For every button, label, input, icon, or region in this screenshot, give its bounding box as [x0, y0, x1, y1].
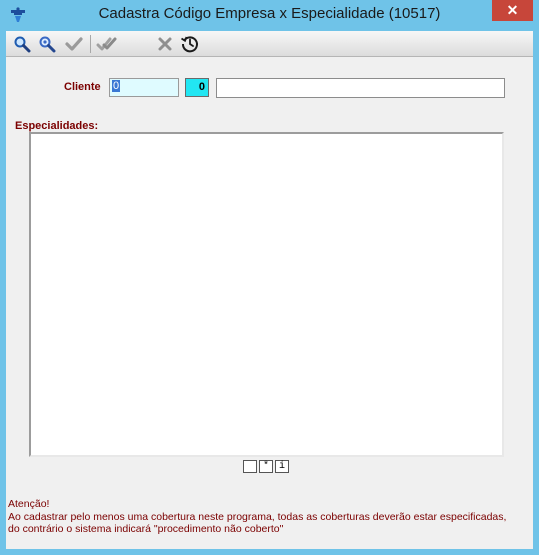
warning-heading: Atenção!	[8, 498, 50, 510]
client-area: Cliente 0 0 Especialidades: * i Atenção!…	[6, 31, 533, 549]
search-button[interactable]	[11, 34, 33, 54]
list-new-record-button[interactable]: *	[259, 460, 273, 473]
warning-line-2: do contrário o sistema indicará "procedi…	[8, 523, 284, 535]
cliente-code-value: 0	[112, 80, 121, 92]
search-next-button[interactable]	[36, 34, 58, 54]
toolbar	[6, 31, 533, 57]
search-next-icon	[39, 36, 56, 53]
warning-line-1: Ao cadastrar pelo menos uma cobertura ne…	[8, 510, 507, 523]
history-clock-icon	[181, 36, 198, 53]
title-bar[interactable]: Cadastra Código Empresa x Especialidade …	[0, 0, 539, 31]
close-button[interactable]: ✕	[492, 0, 533, 21]
cliente-id-field[interactable]: 0	[185, 78, 209, 97]
cliente-name-field[interactable]	[216, 78, 505, 98]
toolbar-separator	[90, 35, 91, 53]
app-window: Cadastra Código Empresa x Especialidade …	[0, 0, 539, 555]
warning-message: Atenção! Ao cadastrar pelo menos uma cob…	[8, 498, 531, 536]
confirm-all-button[interactable]	[96, 34, 118, 54]
history-button[interactable]	[179, 34, 201, 54]
double-check-icon	[96, 37, 117, 51]
especialidades-list[interactable]	[29, 132, 504, 457]
especialidades-label: Especialidades:	[15, 120, 99, 132]
cliente-code-input[interactable]: 0	[109, 78, 179, 97]
search-icon	[14, 36, 31, 53]
cancel-x-icon	[158, 37, 172, 51]
cancel-button[interactable]	[154, 34, 176, 54]
list-info-button[interactable]: i	[275, 460, 289, 473]
window-title: Cadastra Código Empresa x Especialidade …	[98, 5, 441, 22]
list-blank-button[interactable]	[243, 460, 257, 473]
check-icon	[65, 37, 83, 51]
cliente-label: Cliente	[64, 81, 101, 93]
confirm-button[interactable]	[63, 34, 85, 54]
